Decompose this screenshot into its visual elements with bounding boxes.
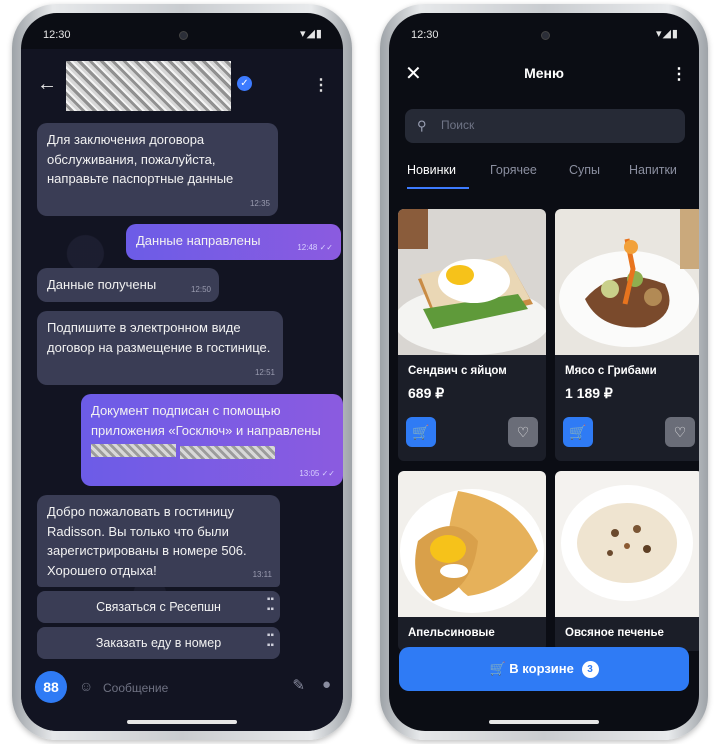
compose-bar: 88 ☺ ✎ ● (21, 663, 343, 711)
blurred-text (179, 446, 275, 460)
menu-item-card[interactable]: Сендвич с яйцом 689 ₽ 🛒 ♡ (398, 209, 546, 461)
chat-screen: 12:30 ▾◢▮ ← ✓ ⋮ Для заключения договора … (21, 13, 343, 731)
message-incoming: Добро пожаловать в гостиницу Radisson. В… (37, 495, 280, 587)
tab-soups[interactable]: Супы (569, 163, 600, 177)
chat-header: ← ✓ ⋮ (21, 55, 343, 115)
dish-name: Овсяное печенье (565, 627, 664, 639)
dish-photo (555, 471, 699, 617)
button-label: Заказать еду в номер (95, 636, 222, 650)
message-text: Данные направлены (136, 233, 261, 248)
heart-icon[interactable]: ♡ (665, 417, 695, 447)
message-text: Данные получены (47, 277, 157, 292)
dish-price: 689 ₽ (408, 385, 445, 401)
status-time: 12:30 (43, 29, 71, 41)
message-time: 12:51 (254, 367, 275, 377)
dish-name: Мясо с Грибами (565, 365, 657, 377)
status-icons: ▾◢▮ (299, 28, 323, 40)
dish-photo (398, 471, 546, 617)
cart-button[interactable]: 🛒 В корзине 3 (399, 647, 689, 691)
home-indicator[interactable] (127, 720, 237, 724)
search-input[interactable] (439, 117, 643, 133)
contact-reception-button[interactable]: Связаться с Ресепшн ▪▪ ▪▪ (37, 591, 280, 623)
status-bar: 12:30 ▾◢▮ (21, 13, 343, 49)
cart-label: В корзине (509, 661, 574, 676)
home-indicator[interactable] (489, 720, 599, 724)
dish-photo (398, 209, 546, 355)
message-text: Добро пожаловать в гостиницу Radisson. В… (47, 504, 247, 578)
microphone-icon[interactable]: ● (322, 676, 331, 693)
blurred-text (91, 444, 176, 458)
bot-button-icon: ▪▪ ▪▪ (266, 630, 274, 651)
menu-screen: 12:30 ▾◢▮ ✕ Меню ⋮ ⚲ Новинки Горячее Суп… (389, 13, 699, 731)
dish-photo (555, 209, 699, 355)
dish-name: Апельсиновые (408, 627, 495, 639)
menu-item-card[interactable]: Овсяное печенье (555, 471, 699, 651)
contact-name-blurred[interactable] (66, 61, 231, 111)
message-time: 12:48 ✓✓ (297, 242, 333, 252)
dish-price: 1 189 ₽ (565, 385, 613, 401)
cart-icon: 🛒 (489, 661, 506, 676)
menu-header: ✕ Меню ⋮ (389, 51, 699, 95)
apps-grid-icon[interactable]: 88 (35, 671, 67, 703)
status-time: 12:30 (411, 29, 439, 41)
message-time: 12:50 (190, 284, 211, 294)
more-options-icon[interactable]: ⋮ (313, 75, 329, 95)
message-time: 12:35 (249, 198, 270, 208)
message-incoming: Подпишите в электронном виде договор на … (37, 311, 283, 385)
add-to-cart-icon[interactable]: 🛒 (406, 417, 436, 447)
cart-count-badge: 3 (581, 661, 599, 679)
attach-icon[interactable]: ✎ (292, 676, 305, 694)
menu-title: Меню (524, 65, 564, 81)
search-icon: ⚲ (417, 118, 427, 133)
message-outgoing: Данные направлены 12:48 ✓✓ (126, 224, 341, 260)
tab-hot[interactable]: Горячее (490, 163, 537, 177)
menu-item-card[interactable]: Мясо с Грибами 1 189 ₽ 🛒 ♡ (555, 209, 699, 461)
more-options-icon[interactable]: ⋮ (671, 64, 687, 84)
message-text: Подпишите в электронном виде договор на … (47, 320, 271, 355)
verified-icon: ✓ (237, 76, 252, 91)
message-incoming: Данные получены 12:50 (37, 268, 219, 302)
message-text: Для заключения договора обслуживания, по… (47, 132, 234, 186)
menu-item-card[interactable]: Апельсиновые (398, 471, 546, 651)
message-input[interactable] (101, 675, 275, 701)
category-tabs: Новинки Горячее Супы Напитки (389, 163, 699, 193)
status-bar: 12:30 ▾◢▮ (389, 13, 699, 49)
add-to-cart-icon[interactable]: 🛒 (563, 417, 593, 447)
message-time: 13:11 (252, 569, 272, 579)
status-icons: ▾◢▮ (655, 28, 679, 40)
bot-button-icon: ▪▪ ▪▪ (266, 594, 274, 615)
heart-icon[interactable]: ♡ (508, 417, 538, 447)
order-food-button[interactable]: Заказать еду в номер ▪▪ ▪▪ (37, 627, 280, 659)
button-label: Связаться с Ресепшн (96, 600, 221, 614)
active-tab-indicator (407, 187, 469, 189)
search-bar[interactable]: ⚲ (405, 109, 685, 143)
tab-drinks[interactable]: Напитки (629, 163, 677, 177)
dish-name: Сендвич с яйцом (408, 365, 507, 377)
message-text: Документ подписан с помощью приложения «… (91, 403, 321, 438)
front-camera (179, 31, 188, 40)
message-time: 13:05 ✓✓ (299, 468, 335, 478)
back-arrow-icon[interactable]: ← (37, 73, 57, 96)
sticker-icon[interactable]: ☺ (79, 678, 93, 694)
front-camera (541, 31, 550, 40)
message-incoming: Для заключения договора обслуживания, по… (37, 123, 278, 216)
tab-new[interactable]: Новинки (407, 163, 456, 177)
message-outgoing: Документ подписан с помощью приложения «… (81, 394, 343, 486)
menu-phone: 12:30 ▾◢▮ ✕ Меню ⋮ ⚲ Новинки Горячее Суп… (380, 4, 708, 740)
chat-phone: 12:30 ▾◢▮ ← ✓ ⋮ Для заключения договора … (12, 4, 352, 740)
